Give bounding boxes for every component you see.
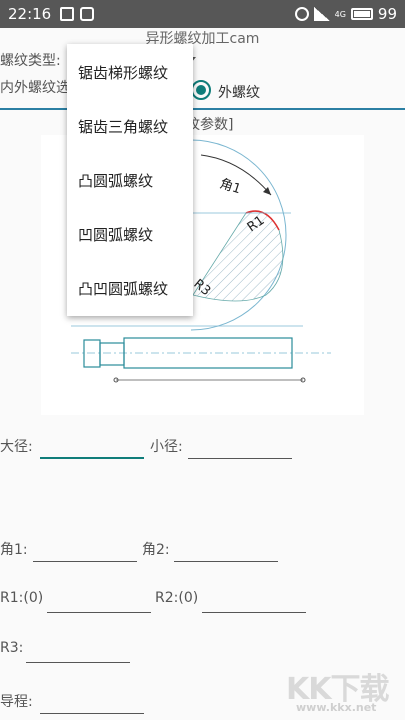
- lead-field-label: 导程:: [0, 694, 33, 710]
- dropdown-item-convex-concave-arc[interactable]: 凸凹圆弧螺纹: [67, 260, 193, 314]
- section-divider: [0, 108, 405, 110]
- dropdown-item-concave-arc[interactable]: 凹圆弧螺纹: [67, 206, 193, 260]
- major-diameter-label: 大径:: [0, 439, 33, 455]
- r3-input[interactable]: [26, 641, 130, 663]
- angle1-label: 角1: [218, 177, 243, 198]
- dropdown-item-sawtooth-triangle[interactable]: 锯齿三角螺纹: [67, 98, 193, 152]
- r3-field-label: R3:: [0, 640, 24, 656]
- app-title: 异形螺纹加工cam: [145, 31, 260, 47]
- minor-diameter-input[interactable]: [188, 437, 292, 459]
- kk-watermark: KK下载 www.kkx.net: [286, 664, 396, 716]
- r1-field-label: R1:(0): [0, 590, 44, 606]
- r2-input[interactable]: [202, 591, 306, 613]
- network-type: 4G: [334, 9, 346, 19]
- angle1-input[interactable]: [33, 540, 137, 562]
- status-time: 22:16: [8, 5, 52, 23]
- lead-input[interactable]: [40, 692, 144, 714]
- battery-icon: [350, 8, 373, 20]
- battery-level: 99: [377, 5, 397, 23]
- status-bar: 22:16 4G 99: [0, 0, 405, 28]
- signal-icon: [313, 7, 330, 21]
- angle2-field-label: 角2:: [142, 542, 170, 558]
- watermark-url: www.kkx.net: [296, 701, 377, 714]
- image-notification-icon: [60, 7, 74, 21]
- dropdown-item-sawtooth-trapezoid[interactable]: 锯齿梯形螺纹: [67, 44, 193, 98]
- status-right: 4G 99: [294, 5, 397, 23]
- shaft-head: [83, 339, 101, 368]
- dropdown-item-convex-arc[interactable]: 凸圆弧螺纹: [67, 152, 193, 206]
- app-notification-icon: [80, 7, 94, 21]
- radio-outer-thread[interactable]: [191, 80, 211, 100]
- r2-field-label: R2:(0): [155, 590, 199, 606]
- angle1-field-label: 角1:: [0, 542, 28, 558]
- thread-type-label: 螺纹类型:: [0, 53, 61, 69]
- angle2-input[interactable]: [174, 540, 278, 562]
- inner-outer-label: 内外螺纹选: [0, 80, 70, 96]
- shaft-neck: [99, 342, 125, 366]
- r1-input[interactable]: [47, 591, 151, 613]
- alarm-icon: [294, 7, 309, 21]
- thread-type-dropdown: 锯齿梯形螺纹 锯齿三角螺纹 凸圆弧螺纹 凹圆弧螺纹 凸凹圆弧螺纹: [67, 44, 193, 316]
- radio-outer-label[interactable]: 外螺纹: [218, 82, 260, 102]
- major-diameter-input[interactable]: [40, 437, 144, 459]
- section-title: 纹参数]: [186, 117, 234, 133]
- minor-diameter-label: 小径:: [150, 439, 183, 455]
